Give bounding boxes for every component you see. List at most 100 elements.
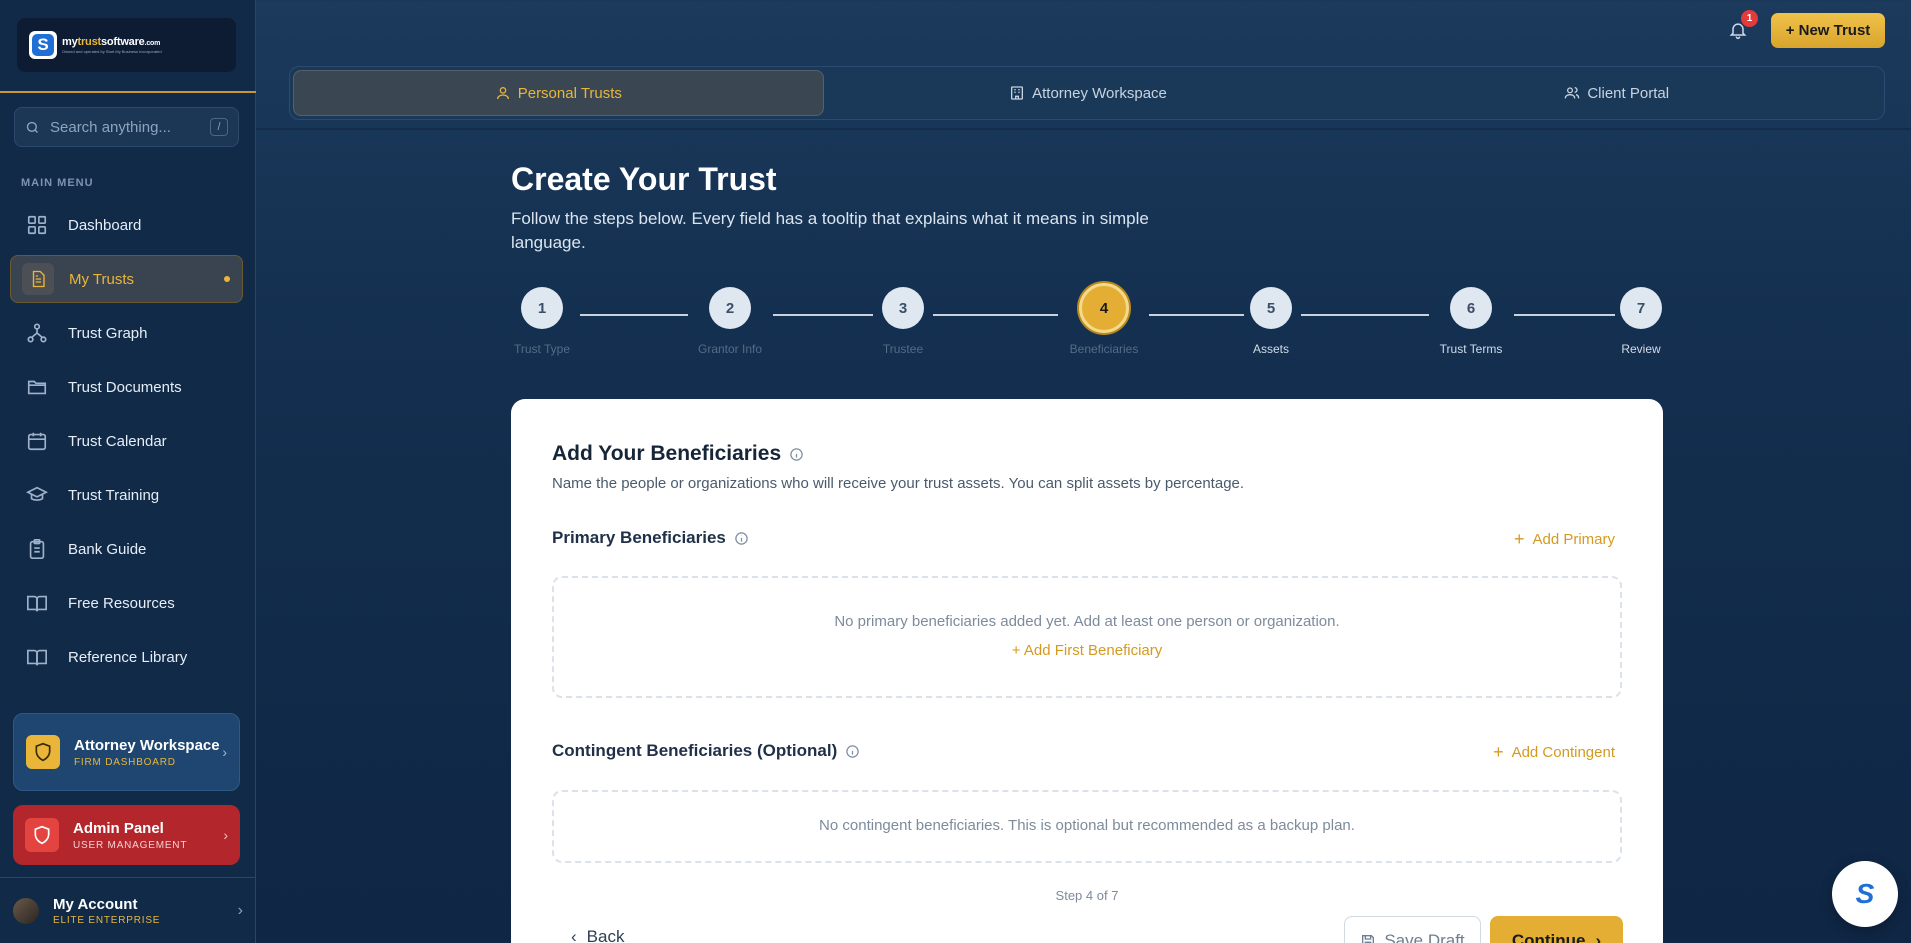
admin-panel-card[interactable]: Admin Panel USER MANAGEMENT › bbox=[13, 805, 240, 865]
tab-client-portal[interactable]: Client Portal bbox=[1352, 70, 1881, 116]
sidebar-item-label: Free Resources bbox=[68, 594, 175, 612]
card-title: Add Your Beneficiaries bbox=[552, 442, 782, 465]
add-primary-button[interactable]: + Add Primary bbox=[1514, 529, 1615, 550]
step-connector bbox=[1301, 314, 1429, 316]
sidebar-item-my-trusts[interactable]: My Trusts bbox=[10, 255, 243, 303]
step-7[interactable]: 7 bbox=[1620, 287, 1662, 329]
step-label: Beneficiaries bbox=[1069, 342, 1139, 356]
notifications-button[interactable]: 1 bbox=[1728, 10, 1758, 42]
main-menu-label: MAIN MENU bbox=[21, 177, 94, 189]
step-label: Trust Type bbox=[513, 342, 571, 356]
search-input[interactable]: Search anything... bbox=[50, 119, 210, 136]
step-label: Grantor Info bbox=[697, 342, 763, 356]
notification-badge: 1 bbox=[1741, 10, 1758, 27]
beneficiaries-card: Add Your Beneficiaries Name the people o… bbox=[511, 399, 1663, 943]
sidebar-item-trust-training[interactable]: Trust Training bbox=[10, 471, 243, 519]
calendar-icon bbox=[27, 432, 47, 451]
divider bbox=[0, 877, 256, 878]
step-4[interactable]: 4 bbox=[1079, 283, 1129, 333]
attorney-card-title: Attorney Workspace bbox=[74, 736, 220, 754]
sidebar-item-trust-documents[interactable]: Trust Documents bbox=[10, 363, 243, 411]
sidebar: S mytrustsoftware.com Owned and operated… bbox=[0, 0, 256, 943]
sidebar-item-label: Trust Documents bbox=[68, 378, 182, 396]
sidebar-item-bank-guide[interactable]: Bank Guide bbox=[10, 525, 243, 573]
contingent-empty-text: No contingent beneficiaries. This is opt… bbox=[819, 817, 1355, 834]
new-trust-button[interactable]: + New Trust bbox=[1771, 13, 1885, 48]
graduation-cap-icon bbox=[26, 486, 48, 501]
step-counter: Step 4 of 7 bbox=[1055, 888, 1119, 903]
sidebar-item-label: Trust Training bbox=[68, 486, 160, 504]
chat-assistant-button[interactable]: S bbox=[1832, 861, 1898, 927]
document-icon bbox=[32, 270, 45, 288]
continue-button[interactable]: Continue › bbox=[1490, 916, 1623, 943]
step-3[interactable]: 3 bbox=[882, 287, 924, 329]
contingent-empty-state: No contingent beneficiaries. This is opt… bbox=[552, 790, 1622, 863]
step-1[interactable]: 1 bbox=[521, 287, 563, 329]
chevron-right-icon: › bbox=[222, 744, 227, 760]
grid-icon bbox=[27, 215, 47, 235]
search-bar[interactable]: Search anything... / bbox=[14, 107, 239, 147]
sidebar-item-free-resources[interactable]: Free Resources bbox=[10, 579, 243, 627]
brand-tagline: Owned and operated by Start My Business … bbox=[62, 48, 162, 54]
my-account-menu[interactable]: My Account ELITE ENTERPRISE › bbox=[13, 893, 243, 929]
page-title: Create Your Trust bbox=[511, 161, 777, 197]
primary-beneficiaries-title: Primary Beneficiaries bbox=[552, 528, 726, 547]
logo-mark: S bbox=[29, 31, 57, 59]
chevron-right-icon: › bbox=[1595, 931, 1602, 943]
primary-empty-text: No primary beneficiaries added yet. Add … bbox=[834, 613, 1340, 630]
sidebar-item-label: My Trusts bbox=[69, 270, 135, 288]
admin-card-subtitle: USER MANAGEMENT bbox=[73, 840, 188, 852]
info-icon[interactable] bbox=[845, 744, 860, 759]
step-5[interactable]: 5 bbox=[1250, 287, 1292, 329]
add-contingent-button[interactable]: + Add Contingent bbox=[1493, 742, 1615, 763]
sidebar-item-label: Trust Calendar bbox=[68, 432, 167, 450]
tab-personal-trusts[interactable]: Personal Trusts bbox=[293, 70, 824, 116]
save-icon bbox=[1362, 935, 1375, 943]
chevron-right-icon: › bbox=[237, 902, 243, 919]
chevron-left-icon: ‹ bbox=[571, 927, 577, 943]
step-connector bbox=[933, 314, 1058, 316]
shield-icon bbox=[35, 742, 51, 762]
save-draft-button[interactable]: Save Draft bbox=[1344, 916, 1481, 943]
clipboard-icon bbox=[29, 539, 45, 559]
search-icon bbox=[26, 121, 38, 133]
workspace-tabs: Personal Trusts Attorney Workspace Clien… bbox=[289, 66, 1885, 120]
step-connector bbox=[1149, 314, 1244, 316]
step-connector bbox=[580, 314, 688, 316]
chevron-right-icon: › bbox=[223, 827, 228, 843]
sidebar-item-label: Bank Guide bbox=[68, 540, 147, 558]
attorney-card-subtitle: FIRM DASHBOARD bbox=[74, 757, 176, 769]
sidebar-item-label: Dashboard bbox=[68, 216, 142, 234]
step-label: Trustee bbox=[882, 342, 924, 356]
account-plan: ELITE ENTERPRISE bbox=[53, 915, 161, 926]
user-icon bbox=[496, 87, 509, 100]
info-icon[interactable] bbox=[789, 447, 804, 462]
plus-icon: + bbox=[1513, 529, 1525, 549]
avatar bbox=[13, 898, 39, 924]
add-first-beneficiary-link[interactable]: + Add First Beneficiary bbox=[554, 642, 1620, 659]
account-name: My Account bbox=[53, 896, 138, 913]
sidebar-item-trust-graph[interactable]: Trust Graph bbox=[10, 309, 243, 357]
tab-attorney-workspace[interactable]: Attorney Workspace bbox=[824, 70, 1353, 116]
page-subtitle: Follow the steps below. Every field has … bbox=[511, 209, 1149, 252]
plus-icon: + bbox=[1493, 742, 1504, 762]
back-button[interactable]: ‹ Back bbox=[571, 927, 624, 943]
sidebar-item-dashboard[interactable]: Dashboard bbox=[10, 201, 243, 249]
active-dot bbox=[224, 276, 230, 282]
book-icon bbox=[27, 649, 47, 666]
book-open-icon bbox=[27, 595, 47, 612]
step-6[interactable]: 6 bbox=[1450, 287, 1492, 329]
step-label: Trust Terms bbox=[1439, 342, 1503, 356]
info-icon[interactable] bbox=[734, 531, 749, 546]
sidebar-item-reference-library[interactable]: Reference Library bbox=[10, 633, 243, 681]
admin-card-title: Admin Panel bbox=[73, 819, 164, 837]
sidebar-item-label: Trust Graph bbox=[68, 324, 148, 342]
brand-logo[interactable]: S mytrustsoftware.com Owned and operated… bbox=[17, 18, 236, 72]
attorney-workspace-card[interactable]: Attorney Workspace FIRM DASHBOARD › bbox=[13, 713, 240, 791]
shield-icon bbox=[34, 825, 50, 845]
step-2[interactable]: 2 bbox=[709, 287, 751, 329]
sidebar-item-trust-calendar[interactable]: Trust Calendar bbox=[10, 417, 243, 465]
search-shortcut-key: / bbox=[210, 118, 228, 136]
sidebar-item-label: Reference Library bbox=[68, 648, 188, 666]
users-icon bbox=[1564, 87, 1580, 99]
